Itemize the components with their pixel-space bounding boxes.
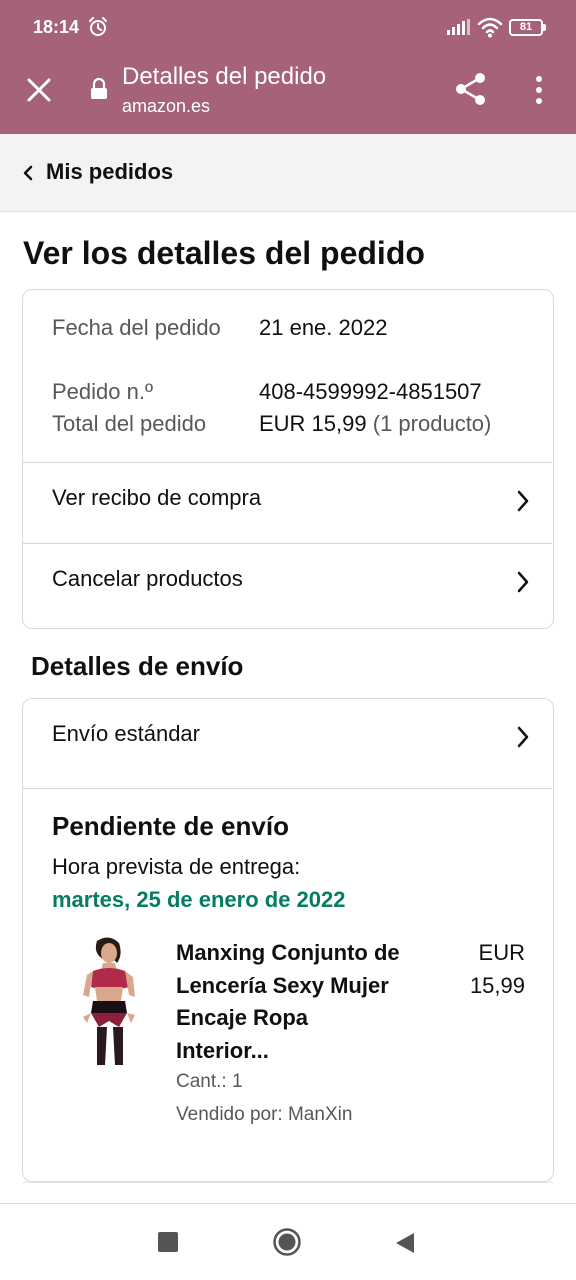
order-total-label: Total del pedido bbox=[52, 411, 207, 436]
order-summary-card: Fecha del pedido 21 ene. 2022 Pedido n.º… bbox=[22, 289, 554, 629]
battery-icon: 81 bbox=[509, 19, 547, 37]
product-seller: Vendido por: ManXin bbox=[176, 1104, 353, 1125]
product-image[interactable] bbox=[73, 935, 145, 1071]
shipping-method-link[interactable]: Envío estándar bbox=[23, 699, 552, 788]
browser-toolbar: Detalles del pedido amazon.es bbox=[0, 56, 576, 134]
shipping-heading: Detalles de envío bbox=[31, 651, 244, 681]
order-total-value-wrap: EUR 15,99 (1 producto) bbox=[259, 408, 491, 440]
browser-header: 18:14 81 Detalles del pedido amazon.es bbox=[0, 0, 576, 134]
close-icon[interactable] bbox=[24, 75, 54, 105]
order-date-row: Fecha del pedido 21 ene. 2022 bbox=[52, 312, 532, 376]
order-number-value: 408-4599992-4851507 bbox=[259, 379, 482, 404]
order-total-row: Total del pedido EUR 15,99 (1 producto) bbox=[52, 408, 532, 440]
system-nav-bar bbox=[0, 1203, 576, 1280]
shipping-card: Envío estándar Pendiente de envío Hora p… bbox=[22, 698, 554, 1182]
product-price-value: 15,99 bbox=[469, 972, 525, 998]
order-number-row: Pedido n.º 408-4599992-4851507 bbox=[52, 376, 532, 408]
lock-icon bbox=[91, 78, 107, 99]
divider bbox=[22, 1182, 554, 1183]
status-bar: 18:14 81 bbox=[0, 0, 576, 56]
chevron-right-icon bbox=[517, 571, 529, 593]
more-vert-icon[interactable] bbox=[527, 74, 551, 106]
breadcrumb[interactable]: Mis pedidos bbox=[0, 134, 576, 212]
order-date-value: 21 ene. 2022 bbox=[259, 315, 388, 340]
signal-icon bbox=[447, 19, 470, 35]
order-total-value: EUR 15,99 bbox=[259, 411, 367, 436]
chevron-right-icon bbox=[517, 726, 529, 748]
view-receipt-link[interactable]: Ver recibo de compra bbox=[23, 463, 552, 543]
product-name[interactable]: Manxing Conjunto de Lencería Sexy Mujer … bbox=[176, 937, 406, 1067]
shipping-method-label: Envío estándar bbox=[52, 721, 200, 746]
product-price-currency: EUR bbox=[478, 940, 525, 965]
cancel-products-label: Cancelar productos bbox=[52, 566, 243, 591]
status-time: 18:14 bbox=[33, 17, 80, 37]
cancel-products-link[interactable]: Cancelar productos bbox=[23, 544, 552, 624]
page-tab-title: Detalles del pedido bbox=[122, 63, 327, 90]
share-icon[interactable] bbox=[452, 70, 490, 108]
page-title: Ver los detalles del pedido bbox=[23, 235, 425, 271]
eta-date: martes, 25 de enero de 2022 bbox=[52, 887, 346, 912]
product-quantity: Cant.: 1 bbox=[176, 1071, 243, 1092]
wifi-icon bbox=[477, 17, 503, 38]
order-date-label: Fecha del pedido bbox=[52, 315, 221, 340]
order-number-label: Pedido n.º bbox=[52, 379, 153, 404]
product-price: EUR 15,99 bbox=[453, 937, 525, 1002]
back-icon[interactable] bbox=[394, 1231, 416, 1255]
page-url[interactable]: amazon.es bbox=[122, 96, 210, 117]
battery-level: 81 bbox=[509, 19, 543, 36]
divider bbox=[23, 788, 552, 789]
breadcrumb-label[interactable]: Mis pedidos bbox=[46, 159, 173, 185]
alarm-icon bbox=[89, 17, 107, 36]
battery-tip bbox=[543, 24, 546, 31]
eta-label: Hora prevista de entrega: bbox=[52, 854, 301, 879]
chevron-right-icon bbox=[517, 490, 529, 512]
view-receipt-label: Ver recibo de compra bbox=[52, 485, 262, 510]
shipping-status: Pendiente de envío bbox=[52, 811, 289, 841]
order-total-count: (1 producto) bbox=[372, 411, 492, 436]
home-icon[interactable] bbox=[272, 1227, 302, 1257]
recent-apps-icon[interactable] bbox=[158, 1232, 178, 1252]
chevron-left-icon bbox=[23, 165, 33, 181]
